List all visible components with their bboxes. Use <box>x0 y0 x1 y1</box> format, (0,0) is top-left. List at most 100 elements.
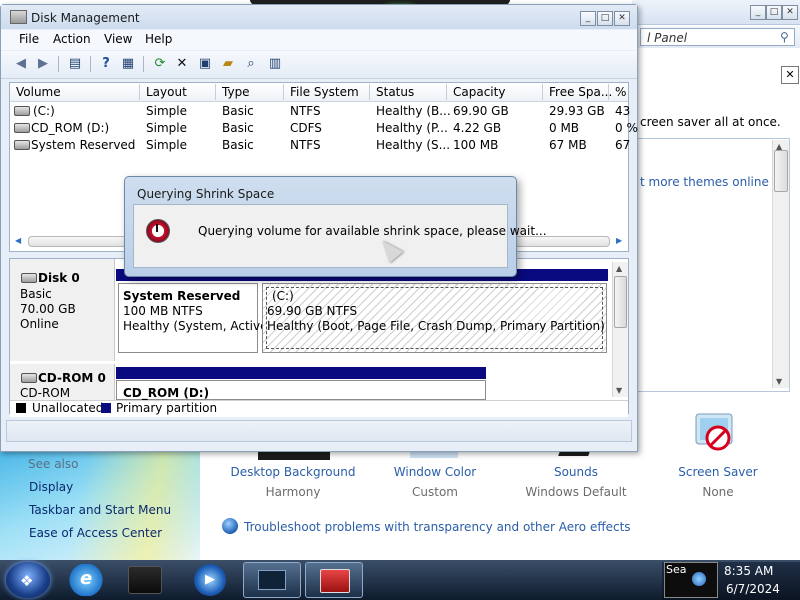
show-hide-icon[interactable]: ▥ <box>266 55 284 73</box>
scroll-down-icon[interactable]: ▼ <box>776 377 782 386</box>
back-arrow-icon[interactable]: ◀ <box>12 55 30 73</box>
troubleshoot-link[interactable]: Troubleshoot problems with transparency … <box>244 520 631 534</box>
partition-name: (C:) <box>272 289 294 303</box>
column-capacity[interactable]: Capacity <box>453 85 505 99</box>
column-type[interactable]: Type <box>222 85 250 99</box>
legend-unallocated: Unallocated <box>32 401 104 415</box>
disk0-state: Online <box>20 317 59 331</box>
disk0-name: Disk 0 <box>38 271 80 285</box>
volume-free: 67 MB <box>549 138 587 152</box>
column-layout[interactable]: Layout <box>146 85 187 99</box>
volume-capacity: 69.90 GB <box>453 104 509 118</box>
volume-free: 0 MB <box>549 121 580 135</box>
menu-bar <box>1 30 637 50</box>
clock-icon <box>146 219 170 243</box>
console-tree-icon[interactable]: ▤ <box>66 55 84 73</box>
dm-maximize-button[interactable]: □ <box>597 11 613 26</box>
close-icon[interactable]: ✕ <box>781 66 799 84</box>
dm-minimize-button[interactable]: _ <box>580 11 596 26</box>
column-separator[interactable] <box>139 84 140 100</box>
ease-of-access-link[interactable]: Ease of Access Center <box>29 526 162 540</box>
volume-status: Healthy (P... <box>376 121 448 135</box>
explorer-icon[interactable] <box>128 566 162 594</box>
menu-view[interactable]: View <box>104 32 132 46</box>
clock-time[interactable]: 8:35 AM <box>724 564 773 578</box>
column-separator[interactable] <box>446 84 447 100</box>
volume-percent: 43 <box>615 104 631 118</box>
scroll-down-icon[interactable]: ▼ <box>616 386 622 395</box>
forward-arrow-icon[interactable]: ▶ <box>34 55 52 73</box>
properties-icon[interactable]: ▣ <box>196 55 214 73</box>
volume-name[interactable]: CD_ROM (D:) <box>31 121 109 135</box>
screen-saver-icon[interactable] <box>694 412 738 456</box>
volume-percent: 67 <box>615 138 631 152</box>
drive-icon <box>14 106 30 116</box>
sounds-value: Windows Default <box>525 485 627 499</box>
column-status[interactable]: Status <box>376 85 414 99</box>
play-icon: ▶ <box>205 572 215 587</box>
sounds-link[interactable]: Sounds <box>506 465 646 479</box>
toolbar-separator <box>143 56 144 72</box>
search-disk-icon[interactable]: ⌕ <box>242 55 260 73</box>
themes-scroll-thumb[interactable] <box>774 150 788 192</box>
clock-date[interactable]: 6/7/2024 <box>726 582 780 596</box>
network-icon[interactable] <box>692 572 706 586</box>
menu-help[interactable]: Help <box>145 32 172 46</box>
column-separator[interactable] <box>215 84 216 100</box>
screen-saver-link[interactable]: Screen Saver <box>648 465 788 479</box>
taskbar-start-menu-link[interactable]: Taskbar and Start Menu <box>29 503 171 517</box>
column-free-space[interactable]: Free Spa... <box>549 85 612 99</box>
legend-primary: Primary partition <box>116 401 218 415</box>
search-icon[interactable]: ⚲ <box>780 30 789 44</box>
scroll-left-icon[interactable]: ◀ <box>15 236 21 245</box>
more-themes-link[interactable]: t more themes online <box>640 175 769 189</box>
column-separator[interactable] <box>542 84 543 100</box>
column-volume[interactable]: Volume <box>16 85 61 99</box>
close-button[interactable]: ✕ <box>782 5 798 20</box>
scroll-up-icon[interactable]: ▲ <box>616 264 622 273</box>
cdrom0-partition-bar <box>116 367 486 379</box>
dm-close-button[interactable]: ✕ <box>614 11 630 26</box>
column-separator[interactable] <box>608 84 609 100</box>
scroll-up-icon[interactable]: ▲ <box>776 142 782 151</box>
tray-text: Sea <box>666 563 687 576</box>
desktop-background-value: Harmony <box>265 485 321 499</box>
window-color-link[interactable]: Window Color <box>365 465 505 479</box>
delete-icon[interactable]: ✕ <box>173 55 191 73</box>
volume-free: 29.93 GB <box>549 104 605 118</box>
column-separator[interactable] <box>283 84 284 100</box>
refresh-icon[interactable]: ⟳ <box>151 55 169 73</box>
toolbar-separator <box>58 56 59 72</box>
open-folder-icon[interactable]: ▰ <box>219 55 237 73</box>
volume-name[interactable]: System Reserved <box>31 138 135 152</box>
volume-type: Basic <box>222 104 254 118</box>
menu-file[interactable]: File <box>19 32 39 46</box>
column-file-system[interactable]: File System <box>290 85 359 99</box>
clock-hand <box>156 224 158 232</box>
control-panel-task-icon <box>258 570 286 590</box>
volume-fs: NTFS <box>290 104 321 118</box>
cd-drive-icon <box>14 123 30 133</box>
menu-action[interactable]: Action <box>53 32 91 46</box>
display-link[interactable]: Display <box>29 480 73 494</box>
desktop-background-link[interactable]: Desktop Background <box>223 465 363 479</box>
volume-name[interactable]: (C:) <box>33 104 55 118</box>
maximize-button[interactable]: □ <box>766 5 782 20</box>
column-separator[interactable] <box>369 84 370 100</box>
scroll-right-icon[interactable]: ▶ <box>616 236 622 245</box>
ie-letter: e <box>80 568 93 589</box>
partition-name: System Reserved <box>123 289 241 303</box>
drive-icon <box>14 140 30 150</box>
partition-status: Healthy (Boot, Page File, Crash Dump, Pr… <box>267 319 605 333</box>
disk-scroll-thumb[interactable] <box>614 276 627 328</box>
help-icon[interactable]: ? <box>97 55 115 73</box>
disk-icon <box>21 273 37 283</box>
globe-icon <box>222 518 238 534</box>
volume-layout: Simple <box>146 104 187 118</box>
minimize-button[interactable]: _ <box>750 5 766 20</box>
address-field[interactable]: l Panel <box>640 28 795 46</box>
partition-status: Healthy (System, Active, <box>123 319 272 333</box>
column-percent-free[interactable]: % <box>615 85 626 99</box>
cd-drive-icon <box>21 373 37 383</box>
properties-view-icon[interactable]: ▦ <box>119 55 137 73</box>
